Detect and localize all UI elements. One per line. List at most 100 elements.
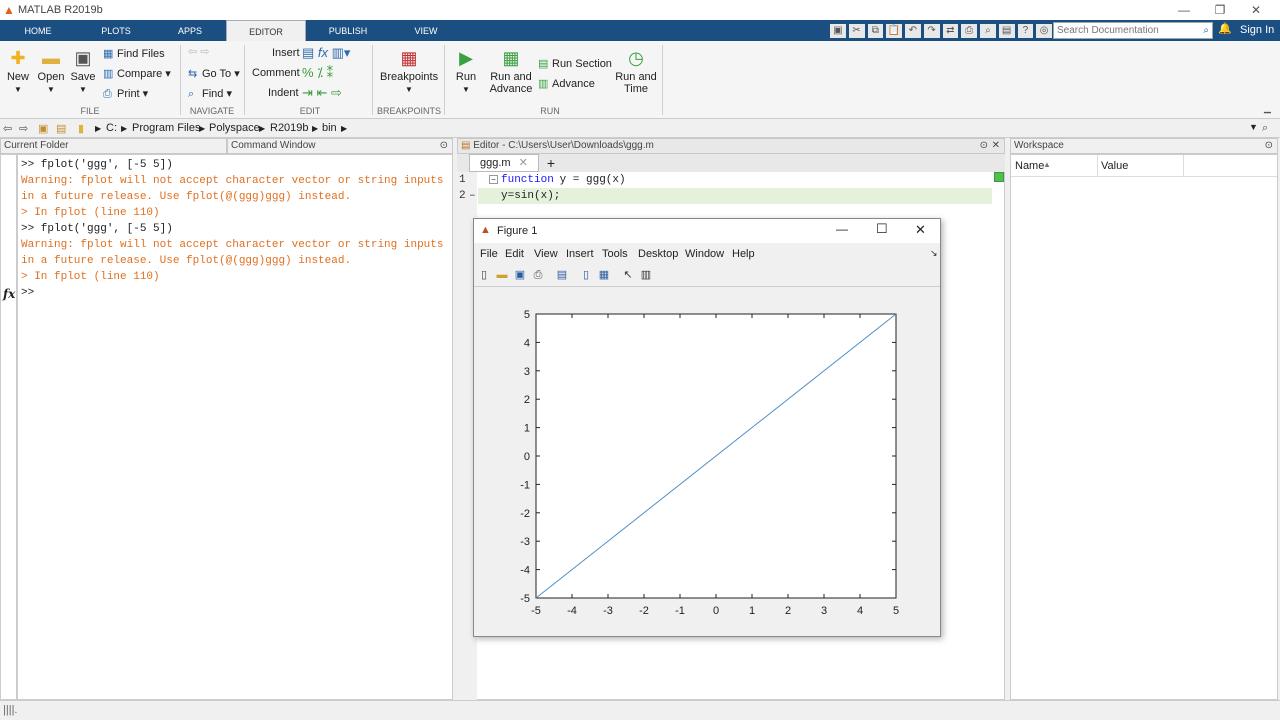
new-button[interactable]: ✚ New ▼ — [4, 47, 32, 95]
figure-close-button[interactable]: ✕ — [915, 222, 926, 238]
cut-icon[interactable]: ✂ — [848, 23, 865, 38]
path-part[interactable]: Polyspace — [209, 122, 260, 134]
property-inspector-icon[interactable]: ▥ — [638, 267, 654, 283]
layout-icon[interactable]: ▤ — [998, 23, 1015, 38]
save-icon[interactable]: ▣ — [830, 23, 846, 38]
breakpoints-button[interactable]: ▦ Breakpoints ▼ — [380, 47, 438, 95]
indent-tools-icons[interactable]: ⇥ ⇤ ⇨ — [302, 85, 342, 101]
switch-windows-icon[interactable]: ⇄ — [942, 23, 959, 38]
find-files-button[interactable]: ▦ Find Files — [103, 47, 165, 60]
insert-button[interactable]: Insert — [272, 47, 300, 59]
search-input[interactable]: Search Documentation ⌕ — [1053, 22, 1213, 39]
run-button[interactable]: ▶ Run ▼ — [452, 47, 480, 95]
compare-button[interactable]: ▥ Compare ▾ — [103, 67, 171, 80]
dock-figure-icon[interactable]: ↘ — [930, 248, 938, 259]
back-forward-nav[interactable]: ⇦ ⇨ — [188, 45, 210, 58]
insert-tools-icons[interactable]: ▤ fx ▥▾ — [302, 45, 350, 61]
editor-header[interactable]: ▤ Editor - C:\Users\User\Downloads\ggg.m… — [457, 138, 1005, 154]
pane-menu-icon[interactable]: ⊙ — [980, 139, 988, 153]
pane-menu-icon[interactable]: ⊙ — [1265, 139, 1273, 153]
search-folder-icon[interactable]: ⌕ — [1262, 122, 1268, 135]
fx-prompt-icon[interactable]: fx — [3, 287, 15, 301]
workspace-header[interactable]: Workspace ⊙ — [1010, 138, 1278, 154]
undo-icon[interactable]: ↶ — [905, 23, 921, 38]
column-name[interactable]: Name — [1015, 160, 1044, 172]
print-button[interactable]: ⎙ Print ▾ — [103, 87, 148, 101]
tab-apps[interactable]: APPS — [158, 20, 222, 41]
command-prompt[interactable]: >> — [21, 287, 34, 299]
open-button[interactable]: ▬ Open ▼ — [36, 47, 66, 95]
path-dropdown-icon[interactable]: ▼ — [1249, 122, 1258, 132]
figure-maximize-button[interactable]: ☐ — [876, 221, 888, 237]
print-icon[interactable]: ⎙ — [961, 23, 977, 38]
plot-canvas[interactable]: -5 -4 -3 -2 -1 0 1 2 3 4 5 -5 -4 -3 -2 -1 0 1 2 3 4 5 — [474, 288, 940, 637]
figure-minimize-button[interactable]: — — [836, 222, 848, 236]
help-icon[interactable]: ? — [1017, 23, 1034, 38]
warning-trace-line[interactable]: > In fplot (line 110) — [21, 271, 160, 283]
menu-window[interactable]: Window — [685, 248, 724, 260]
pane-menu-icon[interactable]: ⊙ — [440, 139, 448, 153]
editor-tab-ggg[interactable]: ggg.m ✕ — [469, 154, 539, 172]
print-figure-icon[interactable]: ⎙ — [530, 267, 546, 283]
menu-desktop[interactable]: Desktop — [638, 248, 678, 260]
command-window-header[interactable]: Command Window ⊙ — [227, 138, 453, 154]
tab-view[interactable]: VIEW — [390, 20, 462, 41]
run-and-advance-button[interactable]: ▦ Run and Advance — [488, 47, 534, 95]
column-value[interactable]: Value — [1101, 160, 1128, 172]
menu-edit[interactable]: Edit — [505, 248, 524, 260]
path-part[interactable]: bin — [322, 122, 337, 134]
tab-plots[interactable]: PLOTS — [78, 20, 154, 41]
menu-help[interactable]: Help — [732, 248, 755, 260]
pane-close-icon[interactable]: ✕ — [992, 139, 1000, 153]
insert-legend-icon[interactable]: ▦ — [596, 267, 612, 283]
comment-button[interactable]: Comment — [252, 67, 300, 79]
restore-button[interactable]: ❐ — [1202, 0, 1238, 20]
fold-toggle-icon[interactable]: − — [489, 175, 498, 184]
save-figure-icon[interactable]: ▣ — [512, 267, 528, 283]
close-button[interactable]: ✕ — [1238, 0, 1274, 20]
tab-home[interactable]: HOME — [2, 20, 74, 41]
menu-view[interactable]: View — [534, 248, 558, 260]
breakpoint-marker[interactable]: – — [469, 190, 476, 202]
indent-button[interactable]: Indent — [268, 87, 299, 99]
sort-ascending-icon[interactable]: ▲ — [1043, 160, 1051, 169]
search-icon[interactable]: ⌕ — [1203, 23, 1209, 38]
add-tab-button[interactable]: + — [541, 154, 561, 172]
copy-icon[interactable]: ⧉ — [867, 23, 884, 38]
close-tab-icon[interactable]: ✕ — [519, 157, 528, 169]
comment-tools-icons[interactable]: % ⁒ ⁑ — [302, 65, 333, 81]
browse-folder-icon[interactable]: ▤ — [56, 122, 66, 135]
community-icon[interactable]: ◎ — [1036, 23, 1052, 38]
notification-bell-icon[interactable]: 🔔 — [1218, 22, 1232, 35]
link-plot-icon[interactable]: ▤ — [554, 267, 570, 283]
paste-icon[interactable]: 📋 — [886, 23, 902, 38]
path-drive[interactable]: C: — [106, 122, 117, 134]
forward-arrow-icon[interactable]: ⇨ — [19, 122, 28, 135]
tab-publish[interactable]: PUBLISH — [310, 20, 386, 41]
find-button[interactable]: ⌕ Find ▾ — [188, 87, 232, 101]
path-part[interactable]: Program Files — [132, 122, 200, 134]
back-arrow-icon[interactable]: ⇦ — [3, 122, 12, 135]
save-button[interactable]: ▣ Save ▼ — [70, 47, 96, 95]
current-folder-header[interactable]: Current Folder — [0, 138, 227, 154]
warning-trace-line[interactable]: > In fplot (line 110) — [21, 207, 160, 219]
insert-colorbar-icon[interactable]: ▯ — [578, 267, 594, 283]
run-and-time-button[interactable]: ◷ Run and Time — [614, 47, 658, 95]
collapse-ribbon-icon[interactable]: ▁ — [1264, 103, 1271, 114]
minimize-button[interactable]: — — [1166, 0, 1202, 20]
find-icon[interactable]: ⌕ — [980, 23, 996, 38]
path-part[interactable]: R2019b — [270, 122, 309, 134]
menu-insert[interactable]: Insert — [566, 248, 594, 260]
menu-tools[interactable]: Tools — [602, 248, 628, 260]
menu-file[interactable]: File — [480, 248, 498, 260]
advance-button[interactable]: ▥ Advance — [538, 77, 595, 90]
go-to-button[interactable]: ⇆ Go To ▾ — [188, 67, 240, 80]
tab-editor[interactable]: EDITOR — [226, 20, 306, 41]
command-window[interactable]: >> fplot('ggg', [-5 5]) Warning: fplot w… — [17, 154, 453, 700]
up-folder-icon[interactable]: ▣ — [38, 122, 48, 135]
redo-icon[interactable]: ↷ — [923, 23, 940, 38]
new-figure-icon[interactable]: ▯ — [476, 267, 492, 283]
edit-plot-arrow-icon[interactable]: ↖ — [620, 267, 636, 283]
run-section-button[interactable]: ▤ Run Section — [538, 57, 612, 70]
figure-window[interactable]: ▲ Figure 1 — ☐ ✕ File Edit View Insert T… — [473, 218, 941, 637]
